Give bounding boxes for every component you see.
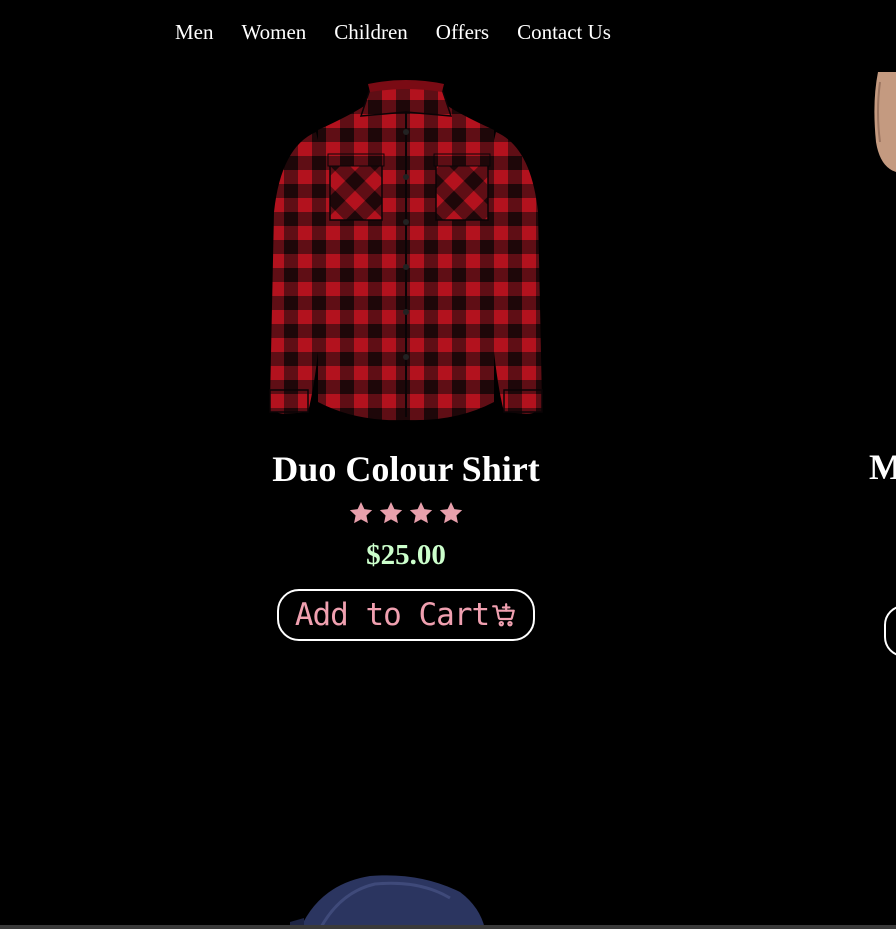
add-to-cart-label: Add to Cart	[294, 597, 490, 633]
star-icon	[409, 501, 433, 524]
next-product-image[interactable]	[870, 72, 896, 172]
product-price: $25.00	[366, 539, 446, 571]
nav-item-women[interactable]: Women	[242, 16, 307, 48]
star-icon	[379, 501, 403, 524]
next-add-to-cart-button[interactable]	[884, 605, 896, 657]
add-to-cart-button[interactable]: Add to Cart	[277, 589, 535, 641]
nav-item-contact-us[interactable]: Contact Us	[517, 16, 611, 48]
nav-item-offers[interactable]: Offers	[436, 16, 489, 48]
product-rating	[256, 500, 556, 526]
product-card: Duo Colour Shirt $25.00 Add to Cart	[256, 72, 556, 641]
product-title: Duo Colour Shirt	[272, 449, 540, 489]
product-image[interactable]	[256, 72, 556, 432]
next-product-title: M	[869, 447, 896, 487]
nav-item-children[interactable]: Children	[334, 16, 408, 48]
horizontal-scrollbar[interactable]	[0, 925, 896, 929]
page: Men Women Children Offers Contact Us Duo…	[0, 0, 896, 929]
star-icon	[349, 501, 373, 524]
cart-plus-icon	[492, 603, 515, 627]
watch-product-image[interactable]	[290, 872, 490, 929]
main-nav: Men Women Children Offers Contact Us	[175, 16, 611, 48]
star-icon	[439, 501, 463, 524]
nav-item-men[interactable]: Men	[175, 16, 214, 48]
